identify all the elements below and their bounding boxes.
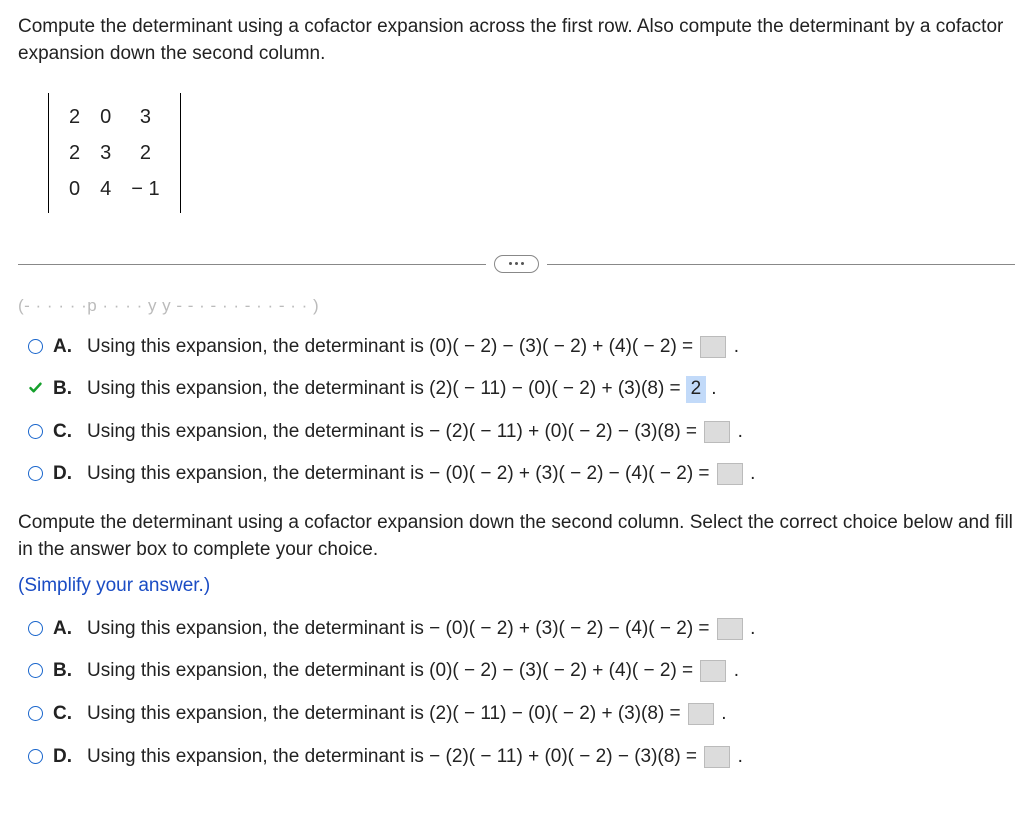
matrix-cell: 0 (90, 99, 121, 135)
part2-choices: A. Using this expansion, the determinant… (28, 616, 1015, 770)
choice-text: Using this expansion, the determinant is… (87, 658, 1015, 685)
more-button[interactable] (494, 255, 539, 273)
radio-icon[interactable] (28, 339, 43, 354)
answer-input[interactable] (700, 660, 726, 682)
choice-expression: Using this expansion, the determinant is… (87, 618, 715, 639)
choice-text: Using this expansion, the determinant is… (87, 701, 1015, 728)
choice-label: A. (53, 616, 77, 643)
choice-text: Using this expansion, the determinant is… (87, 461, 1015, 488)
checkmark-icon[interactable] (28, 380, 43, 395)
radio-icon[interactable] (28, 424, 43, 439)
choice-expression: Using this expansion, the determinant is… (87, 746, 702, 767)
choice-expression: Using this expansion, the determinant is… (87, 463, 715, 484)
choice-expression: Using this expansion, the determinant is… (87, 421, 702, 442)
section-divider (18, 252, 1015, 276)
choice-expression: Using this expansion, the determinant is… (87, 660, 698, 681)
clipped-text: (- · · · · ·p · · · · y y - - · - · · - … (18, 294, 1015, 318)
part1-choices: A. Using this expansion, the determinant… (28, 334, 1015, 488)
part2-prompt: Compute the determinant using a cofactor… (18, 510, 1015, 563)
choice-c[interactable]: C. Using this expansion, the determinant… (28, 419, 1015, 446)
choice-a[interactable]: A. Using this expansion, the determinant… (28, 334, 1015, 361)
answer-input[interactable] (700, 336, 726, 358)
answer-input[interactable] (704, 421, 730, 443)
choice-label: C. (53, 701, 77, 728)
matrix-cell: 2 (121, 135, 169, 171)
answer-input[interactable] (717, 618, 743, 640)
answer-input[interactable]: 2 (686, 376, 706, 403)
choice-text: Using this expansion, the determinant is… (87, 744, 1015, 771)
matrix-cell: 2 (59, 135, 90, 171)
matrix-display: 2 0 3 2 3 2 0 4 − 1 (48, 93, 181, 213)
choice-expression: Using this expansion, the determinant is… (87, 703, 686, 724)
radio-icon[interactable] (28, 749, 43, 764)
choice-label: C. (53, 419, 77, 446)
matrix-cell: − 1 (121, 171, 169, 207)
choice-b[interactable]: B. Using this expansion, the determinant… (28, 376, 1015, 403)
question-prompt: Compute the determinant using a cofactor… (18, 14, 1015, 67)
choice-expression: Using this expansion, the determinant is… (87, 378, 686, 399)
matrix-cell: 0 (59, 171, 90, 207)
choice-text: Using this expansion, the determinant is… (87, 334, 1015, 361)
ellipsis-icon (515, 262, 518, 265)
choice-a[interactable]: A. Using this expansion, the determinant… (28, 616, 1015, 643)
radio-icon[interactable] (28, 621, 43, 636)
choice-label: D. (53, 744, 77, 771)
choice-label: A. (53, 334, 77, 361)
matrix-cell: 3 (121, 99, 169, 135)
choice-label: B. (53, 376, 77, 403)
radio-icon[interactable] (28, 663, 43, 678)
ellipsis-icon (509, 262, 512, 265)
answer-input[interactable] (704, 746, 730, 768)
matrix-cell: 4 (90, 171, 121, 207)
choice-d[interactable]: D. Using this expansion, the determinant… (28, 744, 1015, 771)
choice-label: B. (53, 658, 77, 685)
ellipsis-icon (521, 262, 524, 265)
choice-text: Using this expansion, the determinant is… (87, 419, 1015, 446)
choice-text: Using this expansion, the determinant is… (87, 616, 1015, 643)
divider-line (547, 264, 1015, 265)
choice-c[interactable]: C. Using this expansion, the determinant… (28, 701, 1015, 728)
answer-input[interactable] (688, 703, 714, 725)
choice-label: D. (53, 461, 77, 488)
choice-expression: Using this expansion, the determinant is… (87, 336, 698, 357)
choice-text: Using this expansion, the determinant is… (87, 376, 1015, 403)
radio-icon[interactable] (28, 466, 43, 481)
matrix-cell: 2 (59, 99, 90, 135)
matrix-cell: 3 (90, 135, 121, 171)
radio-icon[interactable] (28, 706, 43, 721)
choice-d[interactable]: D. Using this expansion, the determinant… (28, 461, 1015, 488)
choice-b[interactable]: B. Using this expansion, the determinant… (28, 658, 1015, 685)
answer-input[interactable] (717, 463, 743, 485)
divider-line (18, 264, 486, 265)
simplify-note: (Simplify your answer.) (18, 573, 1015, 600)
